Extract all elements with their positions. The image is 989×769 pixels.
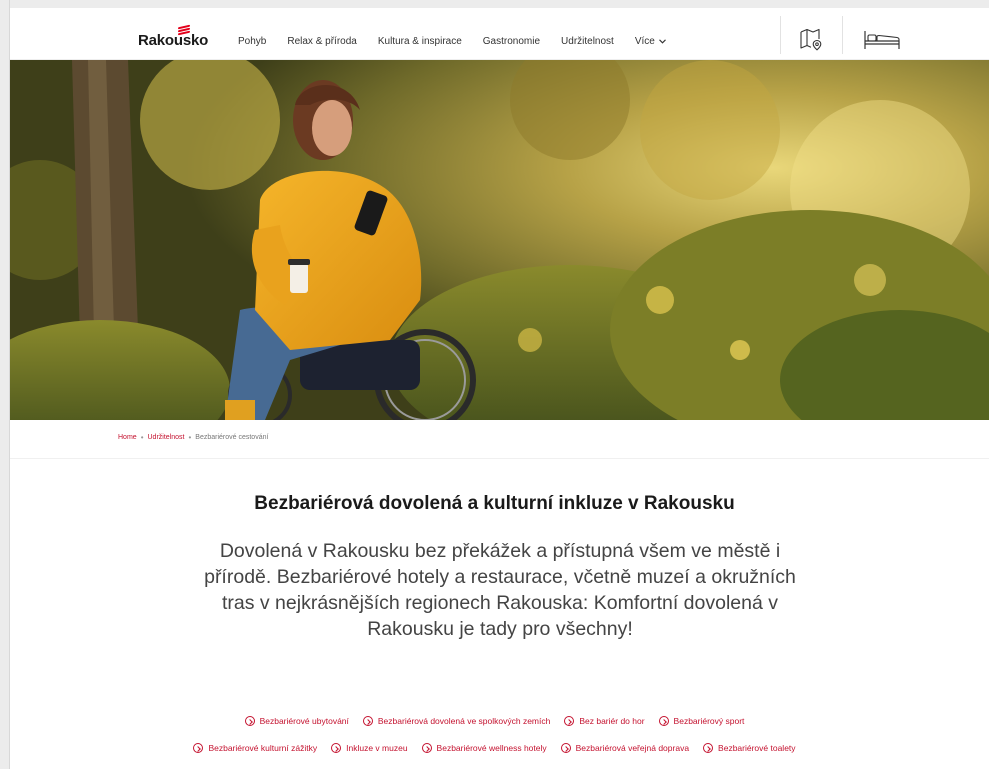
- arrow-circle-icon: [560, 743, 571, 753]
- tag-link[interactable]: Inkluze v muzeu: [331, 743, 408, 753]
- tag-link[interactable]: Bezbariérový sport: [658, 716, 745, 726]
- tag-link[interactable]: Bezbariérové wellness hotely: [421, 743, 547, 753]
- tag-link[interactable]: Bezbariérové ubytování: [244, 716, 349, 726]
- tag-list-row-2: Bezbariérové kulturní zážitky Inkluze v …: [0, 743, 989, 753]
- divider: [10, 458, 989, 459]
- nav-more-dropdown[interactable]: Více: [635, 36, 666, 47]
- breadcrumb-home[interactable]: Home: [118, 434, 137, 441]
- tag-link[interactable]: Bezbariérová veřejná doprava: [560, 743, 690, 753]
- arrow-circle-icon: [193, 743, 204, 753]
- site-header: Rakousko Pohyb Relax & příroda Kultura &…: [10, 8, 989, 60]
- site-logo[interactable]: Rakousko: [138, 32, 208, 49]
- breadcrumb-current: Bezbariérové cestování: [195, 434, 269, 441]
- breadcrumb-separator: •: [188, 433, 192, 442]
- nav-item-relax-priroda[interactable]: Relax & příroda: [287, 36, 356, 47]
- breadcrumb-udrzitelnost[interactable]: Udržitelnost: [148, 434, 185, 441]
- tag-link[interactable]: Bez bariér do hor: [564, 716, 645, 726]
- arrow-circle-icon: [564, 716, 575, 726]
- breadcrumb: Home • Udržitelnost • Bezbariérové cesto…: [118, 433, 268, 442]
- tag-label: Bezbariérové ubytování: [259, 716, 349, 726]
- arrow-circle-icon: [362, 716, 373, 726]
- tag-label: Bezbariérová veřejná doprava: [575, 743, 690, 753]
- page-title: Bezbariérová dovolená a kulturní inkluze…: [254, 493, 735, 514]
- tag-label: Bezbariérové toalety: [718, 743, 796, 753]
- tag-label: Bezbariérové wellness hotely: [436, 743, 547, 753]
- nav-more-label: Více: [634, 36, 655, 47]
- arrow-circle-icon: [331, 743, 342, 753]
- tag-label: Bezbariérová dovolená ve spolkových zemí…: [377, 716, 551, 726]
- nav-item-udrzitelnost[interactable]: Udržitelnost: [561, 36, 614, 47]
- tag-label: Inkluze v muzeu: [346, 743, 408, 753]
- tag-label: Bezbariérový sport: [673, 716, 745, 726]
- tag-link[interactable]: Bezbariérové toalety: [703, 743, 796, 753]
- arrow-circle-icon: [421, 743, 432, 753]
- header-divider: [780, 16, 781, 54]
- tag-list-row-1: Bezbariérové ubytování Bezbariérová dovo…: [0, 716, 989, 726]
- hero-photo: [10, 60, 989, 420]
- arrow-circle-icon: [658, 716, 669, 726]
- browser-frame-left: [0, 0, 10, 769]
- tag-label: Bezbariérové kulturní zážitky: [208, 743, 318, 753]
- bed-icon[interactable]: [863, 29, 901, 51]
- page-intro: Dovolená v Rakousku bez překážek a příst…: [204, 540, 796, 640]
- tag-link[interactable]: Bezbariérové kulturní zážitky: [193, 743, 317, 753]
- nav-item-pohyb[interactable]: Pohyb: [238, 36, 266, 47]
- browser-frame-top: [0, 0, 989, 8]
- logo-flag-icon: [178, 24, 190, 36]
- nav-item-kultura-inspirace[interactable]: Kultura & inspirace: [378, 36, 462, 47]
- arrow-circle-icon: [244, 716, 255, 726]
- nav-item-gastronomie[interactable]: Gastronomie: [483, 36, 540, 47]
- arrow-circle-icon: [703, 743, 714, 753]
- main-nav: Pohyb Relax & příroda Kultura & inspirac…: [238, 36, 666, 47]
- tag-label: Bez bariér do hor: [579, 716, 645, 726]
- hero-image: [10, 60, 989, 420]
- map-pin-icon[interactable]: [799, 27, 823, 51]
- chevron-down-icon: [658, 39, 666, 44]
- tag-link[interactable]: Bezbariérová dovolená ve spolkových zemí…: [362, 716, 551, 726]
- header-divider: [842, 16, 843, 54]
- breadcrumb-separator: •: [140, 433, 144, 442]
